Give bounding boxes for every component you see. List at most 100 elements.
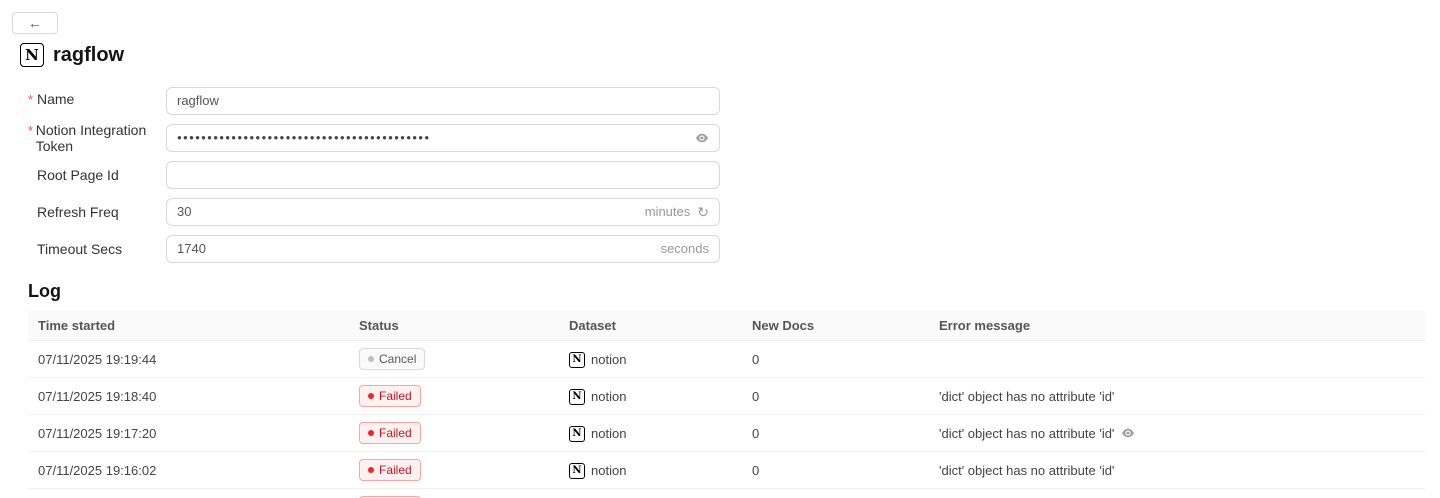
eye-icon[interactable]	[1121, 426, 1135, 440]
dataset-name: notion	[591, 352, 627, 368]
form-row-refresh-freq: Refresh Freq minutes ↻	[28, 193, 1425, 230]
status-label: Failed	[379, 426, 412, 440]
status-label: Cancel	[379, 352, 417, 366]
status-dot-icon	[368, 430, 374, 436]
name-input[interactable]	[177, 93, 709, 108]
log-table-header-row: Time started Status Dataset New Docs Error m…	[28, 311, 1425, 341]
log-newdocs-cell: 0	[742, 488, 929, 498]
refresh-freq-input-wrap: minutes ↻	[166, 197, 720, 226]
log-column-header: New Docs	[742, 311, 929, 341]
refresh-icon[interactable]: ↻	[697, 205, 709, 219]
dataset-name: notion	[591, 426, 627, 442]
form-row-token: * Notion Integration Token	[28, 119, 1425, 156]
status-badge: Failed	[359, 422, 421, 444]
status-badge: Failed	[359, 459, 421, 481]
log-table-row: 07/11/2025 19:14:39FailedNnotion0'dict' …	[28, 488, 1425, 498]
app-header: N ragflow	[20, 43, 1425, 67]
refresh-freq-label-text: Refresh Freq	[37, 203, 119, 220]
token-label-text: Notion Integration Token	[35, 121, 147, 154]
form-row-name: * Name	[28, 82, 1425, 119]
back-button[interactable]: ←	[12, 12, 58, 34]
log-error-cell	[929, 340, 1425, 378]
token-input[interactable]	[177, 133, 688, 142]
root-page-id-input-wrap	[166, 160, 720, 189]
status-dot-icon	[368, 356, 374, 362]
log-dataset-cell: Nnotion	[559, 414, 742, 452]
status-label: Failed	[379, 463, 412, 477]
error-text: 'dict' object has no attribute 'id'	[939, 425, 1115, 441]
notion-mini-logo-icon: N	[569, 425, 585, 442]
token-input-wrap	[166, 123, 720, 152]
notion-connector-config-page: ← N ragflow * Name * Notion Integration …	[0, 0, 1440, 498]
log-status-cell: Failed	[349, 414, 559, 452]
timeout-secs-label-text: Timeout Secs	[37, 240, 123, 257]
timeout-secs-label: Timeout Secs	[28, 241, 166, 257]
error-text: 'dict' object has no attribute 'id'	[939, 462, 1115, 478]
log-column-header: Time started	[28, 311, 349, 341]
page-title: ragflow	[53, 43, 125, 66]
arrow-left-icon: ←	[28, 15, 42, 31]
status-dot-icon	[368, 467, 374, 473]
status-badge: Cancel	[359, 348, 426, 370]
log-error-cell: 'dict' object has no attribute 'id'	[929, 414, 1425, 452]
status-badge: Failed	[359, 385, 421, 407]
log-error-cell: 'dict' object has no attribute 'id'	[929, 377, 1425, 415]
log-table-row: 07/11/2025 19:17:20 Failed Nnotion 0 'dict' …	[28, 414, 1425, 452]
error-message: 'dict' object has no attribute 'id'	[939, 389, 1114, 404]
root-page-id-label-text: Root Page Id	[37, 166, 119, 183]
notion-mini-logo-icon: N	[569, 351, 585, 368]
log-status-cell: Cancel	[349, 340, 559, 378]
log-newdocs-cell: 0	[742, 414, 929, 452]
timeout-secs-unit-label: seconds	[660, 241, 709, 256]
dataset-name: notion	[591, 389, 627, 405]
log-dataset-cell: Nnotion	[559, 451, 742, 489]
log-table-row: 07/11/2025 19:16:02 Failed Nnotion 0 'dict' …	[28, 451, 1425, 489]
dataset-chip: Nnotion	[569, 388, 627, 405]
log-status-cell: Failed	[349, 451, 559, 489]
timeout-secs-input-wrap: seconds	[166, 234, 720, 263]
token-field-label: * Notion Integration Token	[28, 122, 166, 154]
log-column-header: Error message	[929, 311, 1425, 341]
log-time-cell: 07/11/2025 19:16:02	[28, 451, 349, 489]
log-newdocs-cell: 0	[742, 451, 929, 489]
notion-logo-icon: N	[20, 43, 44, 67]
root-page-id-label: Root Page Id	[28, 167, 166, 183]
log-column-header: Dataset	[559, 311, 742, 341]
log-newdocs-cell: 0	[742, 340, 929, 378]
name-input-wrap	[166, 86, 720, 115]
log-time-cell: 07/11/2025 19:14:39	[28, 488, 349, 498]
log-table: Time started Status Dataset New Docs Error m…	[28, 311, 1425, 498]
log-time-cell: 07/11/2025 19:19:44	[28, 340, 349, 378]
log-time-cell: 07/11/2025 19:18:40	[28, 377, 349, 415]
name-field-label: * Name	[28, 91, 166, 109]
error-message: 'dict' object has no attribute 'id'	[939, 426, 1135, 441]
dataset-chip: Nnotion	[569, 462, 627, 479]
log-dataset-cell: Nnotion	[559, 340, 742, 378]
log-dataset-cell: Nnotion	[559, 377, 742, 415]
log-table-row: 07/11/2025 19:19:44 Cancel Nnotion 0	[28, 340, 1425, 378]
log-time-cell: 07/11/2025 19:17:20	[28, 414, 349, 452]
connector-config-form: * Name * Notion Integration Token	[28, 82, 1425, 267]
log-status-cell: Failed	[349, 377, 559, 415]
eye-icon[interactable]	[695, 131, 709, 145]
name-label-text: Name	[37, 91, 75, 108]
log-error-cell: 'dict' object has no attribute 'id'	[929, 488, 1425, 498]
log-column-header: Status	[349, 311, 559, 341]
form-row-timeout-secs: Timeout Secs seconds	[28, 230, 1425, 267]
refresh-freq-input[interactable]	[177, 204, 638, 219]
refresh-freq-label: Refresh Freq	[28, 204, 166, 220]
required-asterisk: *	[28, 122, 34, 138]
log-error-cell: 'dict' object has no attribute 'id'	[929, 451, 1425, 489]
log-newdocs-cell: 0	[742, 377, 929, 415]
notion-mini-logo-icon: N	[569, 462, 585, 479]
log-status-cell: Failed	[349, 488, 559, 498]
notion-mini-logo-icon: N	[569, 388, 585, 405]
root-page-id-input[interactable]	[177, 167, 709, 182]
status-label: Failed	[379, 389, 412, 403]
status-dot-icon	[368, 393, 374, 399]
error-text: 'dict' object has no attribute 'id'	[939, 388, 1115, 404]
dataset-name: notion	[591, 463, 627, 479]
dataset-chip: Nnotion	[569, 351, 627, 368]
log-section-title: Log	[28, 281, 61, 301]
timeout-secs-input[interactable]	[177, 241, 654, 256]
